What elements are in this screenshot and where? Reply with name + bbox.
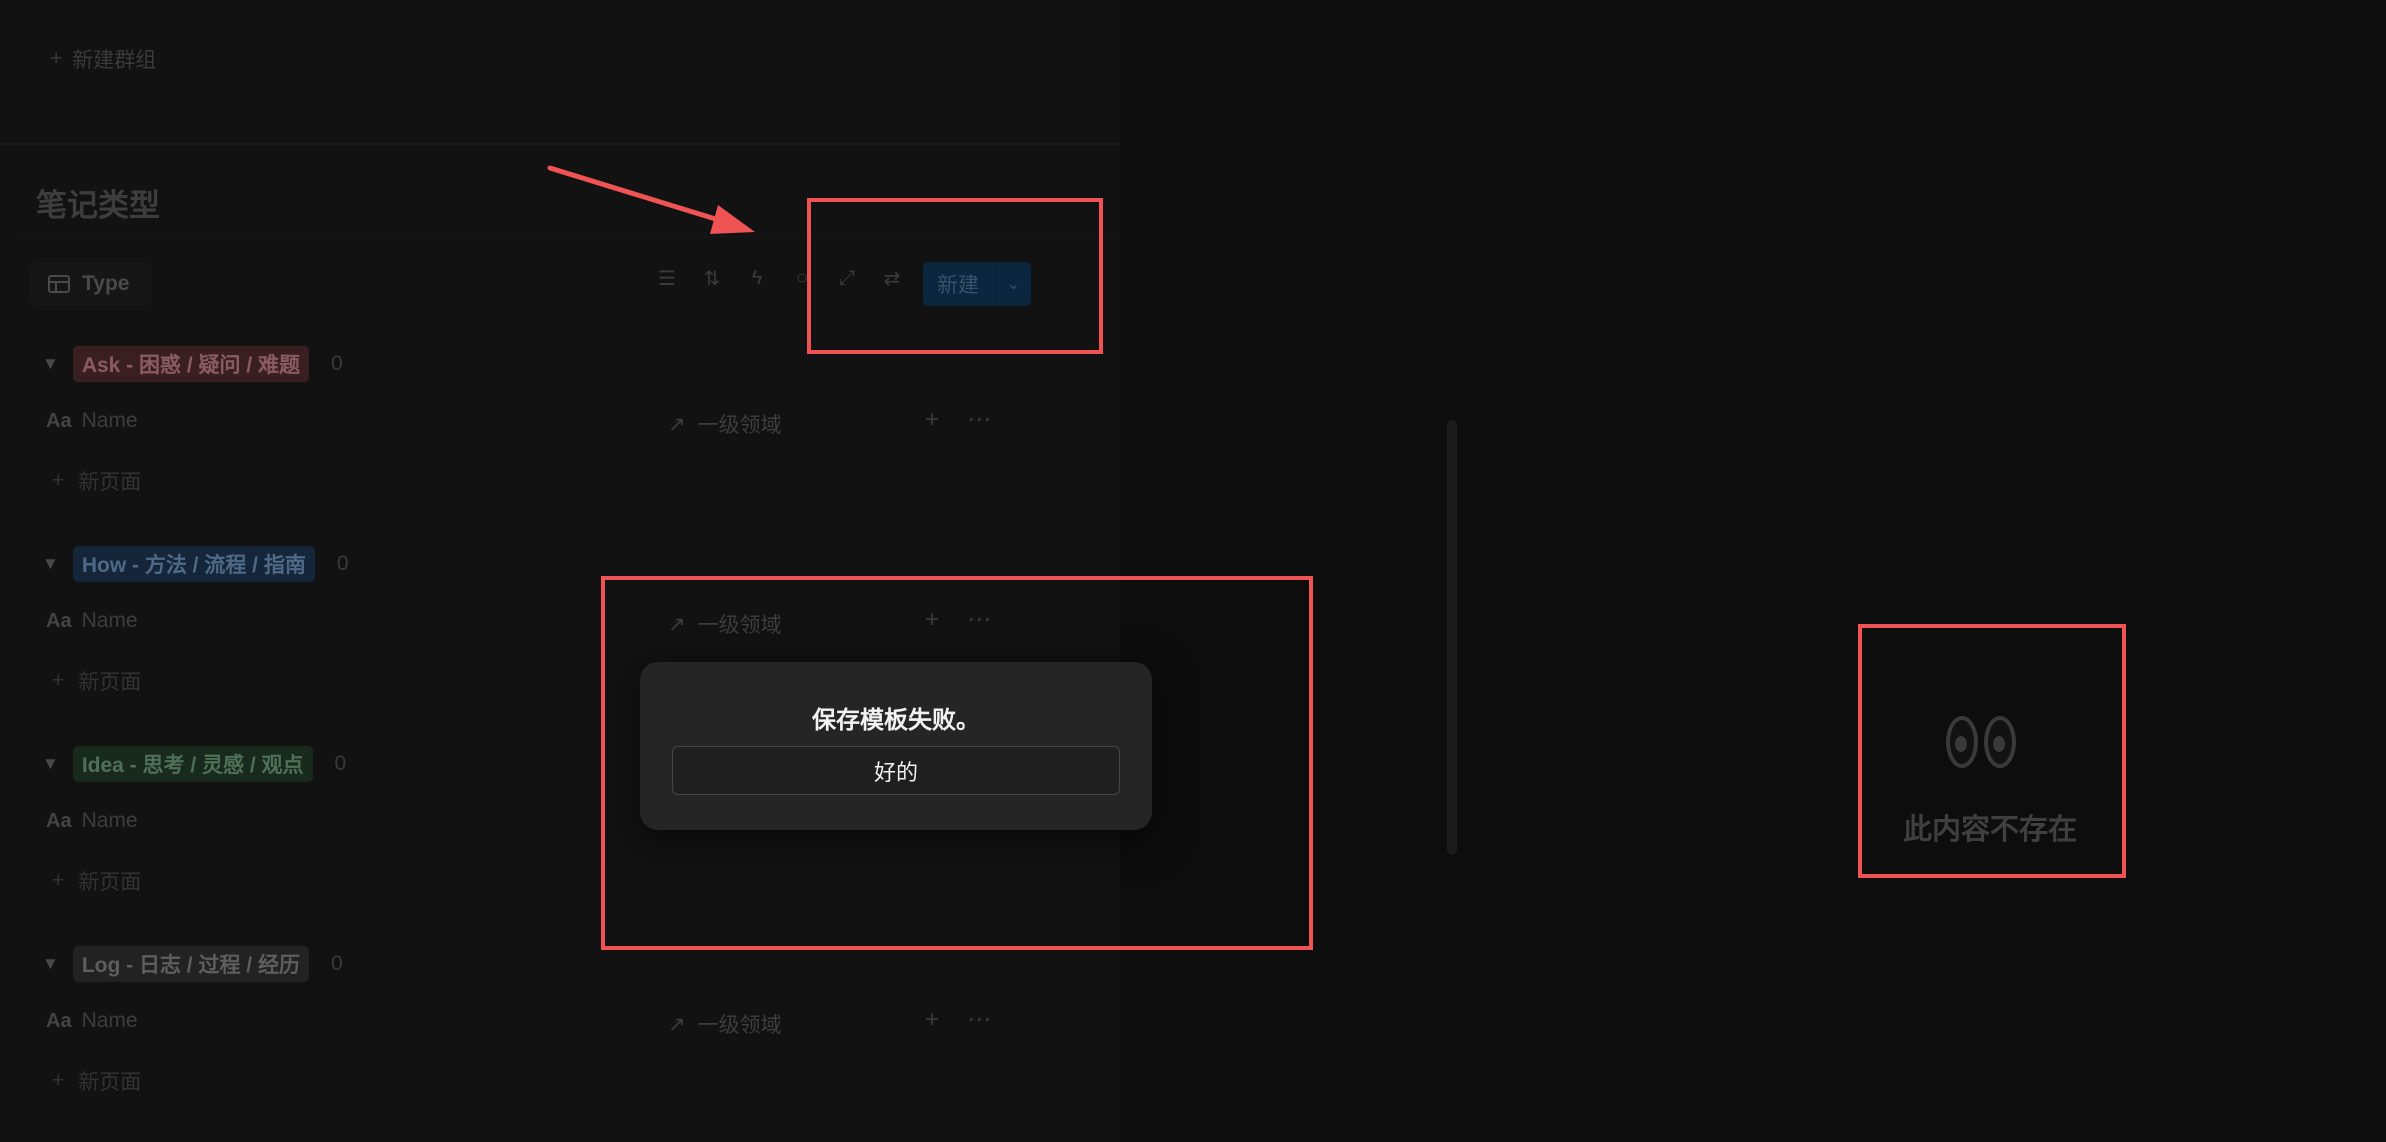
add-property-icon[interactable]: + bbox=[925, 406, 939, 434]
table-icon bbox=[48, 275, 70, 293]
text-type-icon: Aa bbox=[46, 609, 72, 632]
sort-icon[interactable]: ⇅ bbox=[700, 266, 724, 291]
group-header[interactable]: ▼ Idea - 思考 / 灵感 / 观点 0 bbox=[42, 746, 346, 782]
relation-arrow-icon: ↗ bbox=[668, 412, 686, 436]
more-icon[interactable]: ⋯ bbox=[967, 1005, 991, 1034]
plus-icon: + bbox=[52, 669, 65, 692]
group-count: 0 bbox=[334, 752, 347, 775]
new-page-button[interactable]: + 新页面 bbox=[52, 666, 141, 696]
group-header[interactable]: ▼ Log - 日志 / 过程 / 经历 0 bbox=[42, 946, 343, 982]
column-name-label: Name bbox=[81, 409, 138, 432]
new-group-button[interactable]: + 新建群组 bbox=[50, 44, 156, 74]
view-tab-type[interactable]: Type bbox=[30, 262, 152, 306]
column-actions: + ⋯ bbox=[925, 405, 991, 434]
collapse-triangle-icon[interactable]: ▼ bbox=[42, 954, 59, 974]
new-page-label: 新页面 bbox=[78, 871, 142, 894]
collapse-triangle-icon[interactable]: ▼ bbox=[42, 354, 59, 374]
group-tag: Ask - 困惑 / 疑问 / 难题 bbox=[72, 346, 310, 382]
text-type-icon: Aa bbox=[46, 1009, 72, 1032]
column-actions: + ⋯ bbox=[925, 1005, 991, 1034]
view-tab-label: Type bbox=[82, 272, 130, 295]
new-page-label: 新页面 bbox=[78, 1071, 142, 1094]
group-count: 0 bbox=[331, 352, 343, 375]
plus-icon: + bbox=[52, 1069, 65, 1092]
group-count: 0 bbox=[330, 952, 343, 975]
annotation-box bbox=[1858, 624, 2126, 878]
group-header[interactable]: ▼ How - 方法 / 流程 / 指南 0 bbox=[42, 546, 349, 582]
column-name[interactable]: Aa Name bbox=[46, 609, 138, 633]
new-page-label: 新页面 bbox=[78, 671, 142, 694]
column-name[interactable]: Aa Name bbox=[46, 1009, 138, 1033]
plus-icon: + bbox=[50, 47, 63, 70]
column-relation-label: 一级领域 bbox=[697, 1014, 782, 1037]
new-group-label: 新建群组 bbox=[72, 49, 157, 72]
column-name-label: Name bbox=[81, 609, 138, 632]
new-page-button[interactable]: + 新页面 bbox=[52, 1066, 141, 1096]
column-name[interactable]: Aa Name bbox=[46, 409, 138, 433]
column-relation-label: 一级领域 bbox=[697, 414, 782, 437]
divider bbox=[0, 143, 1120, 145]
group-tag: Idea - 思考 / 灵感 / 观点 bbox=[72, 746, 313, 782]
annotation-arrow-icon bbox=[547, 165, 755, 234]
new-page-label: 新页面 bbox=[78, 471, 142, 494]
annotation-box bbox=[601, 576, 1313, 950]
column-relation[interactable]: ↗ 一级领域 bbox=[668, 1009, 782, 1039]
plus-icon: + bbox=[52, 469, 65, 492]
collapse-triangle-icon[interactable]: ▼ bbox=[42, 754, 59, 774]
page-title: 笔记类型 bbox=[36, 188, 160, 223]
group-count: 0 bbox=[336, 552, 349, 575]
automation-icon[interactable]: ϟ bbox=[745, 267, 769, 290]
text-type-icon: Aa bbox=[46, 409, 72, 432]
group-header[interactable]: ▼ Ask - 困惑 / 疑问 / 难题 0 bbox=[42, 346, 343, 382]
annotation-box bbox=[807, 198, 1103, 354]
more-icon[interactable]: ⋯ bbox=[967, 405, 991, 434]
column-name-label: Name bbox=[81, 1009, 138, 1032]
add-property-icon[interactable]: + bbox=[925, 1006, 939, 1034]
column-name-label: Name bbox=[81, 809, 138, 832]
column-relation[interactable]: ↗ 一级领域 bbox=[668, 409, 782, 439]
text-type-icon: Aa bbox=[46, 809, 72, 832]
collapse-triangle-icon[interactable]: ▼ bbox=[42, 554, 59, 574]
column-name[interactable]: Aa Name bbox=[46, 809, 138, 833]
new-page-button[interactable]: + 新页面 bbox=[52, 866, 141, 896]
group-tag: How - 方法 / 流程 / 指南 bbox=[72, 546, 315, 582]
new-page-button[interactable]: + 新页面 bbox=[52, 466, 141, 496]
filter-icon[interactable]: ☰ bbox=[655, 266, 679, 291]
plus-icon: + bbox=[52, 869, 65, 892]
group-tag: Log - 日志 / 过程 / 经历 bbox=[72, 946, 309, 982]
scrollbar[interactable] bbox=[1447, 420, 1457, 855]
relation-arrow-icon: ↗ bbox=[668, 1012, 686, 1036]
